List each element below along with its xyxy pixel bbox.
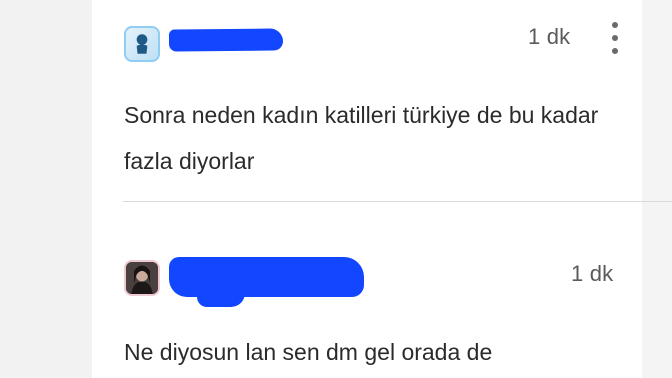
comment-feed: 1 dk Sonra neden kadın katilleri türkiye…	[92, 0, 672, 378]
more-dot-icon	[612, 35, 618, 41]
right-background	[642, 0, 672, 378]
comment-item: 1 dk Sonra neden kadın katilleri türkiye…	[92, 0, 642, 200]
more-dot-icon	[612, 48, 618, 54]
comment-timestamp: 1 dk	[528, 24, 571, 49]
photo-avatar-icon	[126, 262, 158, 294]
redacted-username	[168, 28, 284, 52]
comment-timestamp: 1 dk	[571, 261, 614, 286]
more-options-button[interactable]	[605, 18, 625, 58]
more-dot-icon	[612, 22, 618, 28]
comment-text: Sonra neden kadın katilleri türkiye de b…	[124, 102, 599, 174]
default-user-icon	[136, 34, 148, 54]
comment-divider	[123, 201, 672, 202]
user-avatar[interactable]	[124, 260, 160, 296]
left-background	[0, 0, 92, 378]
redacted-username-extra	[197, 289, 245, 307]
comment-item: 1 dk Ne diyosun lan sen dm gel orada de	[92, 205, 642, 378]
screen: 1 dk Sonra neden kadın katilleri türkiye…	[0, 0, 672, 378]
comment-text: Ne diyosun lan sen dm gel orada de	[124, 339, 493, 365]
user-avatar[interactable]	[124, 26, 160, 62]
